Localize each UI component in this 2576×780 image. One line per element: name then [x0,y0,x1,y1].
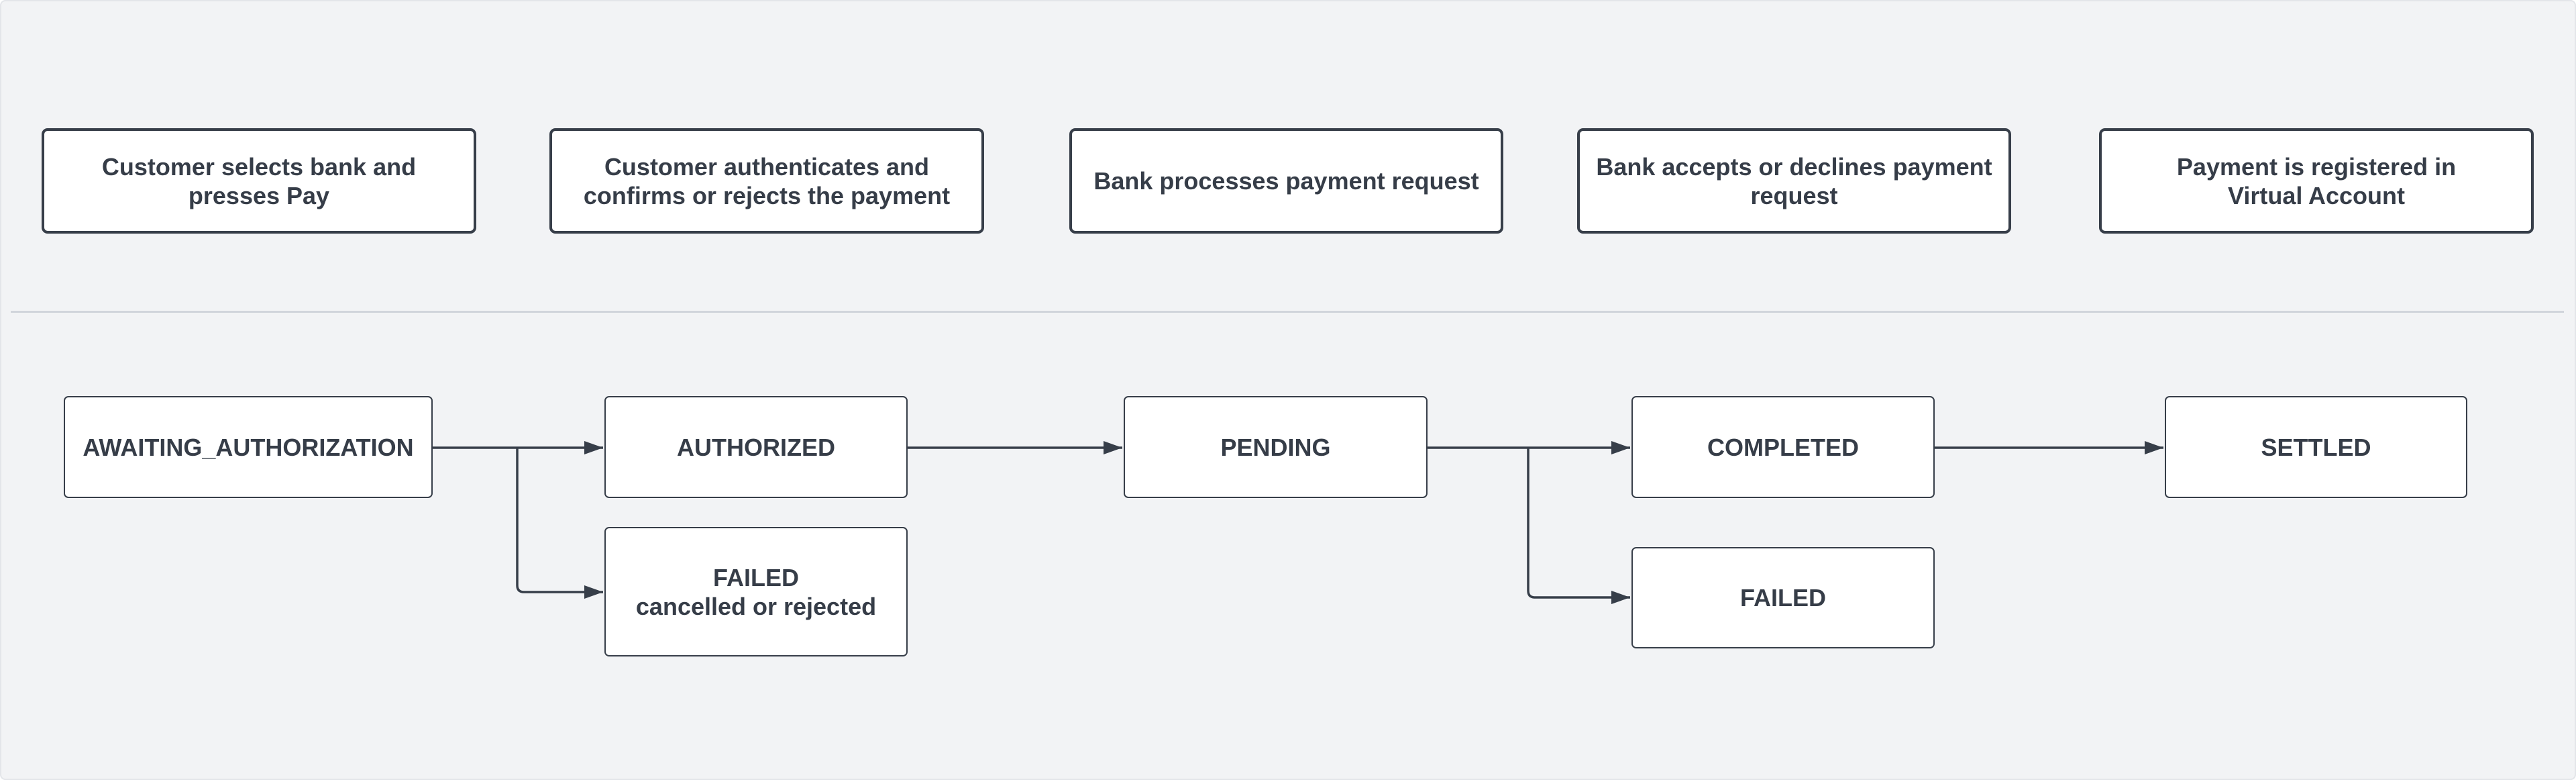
state-label: AWAITING_AUTHORIZATION [83,433,414,461]
state-label: FAILED [712,563,799,591]
state-authorized: AUTHORIZED [604,396,908,498]
step-bank-processes: Bank processes payment request [1069,128,1503,234]
state-label: FAILED [1739,584,1826,612]
step-label: Customer selects bank and presses Pay [101,152,417,209]
state-settled: SETTLED [2165,396,2467,498]
state-label: COMPLETED [1707,433,1859,461]
step-select-bank: Customer selects bank and presses Pay [42,128,476,234]
state-completed: COMPLETED [1631,396,1935,498]
step-label: Customer authenticates and confirms or r… [583,152,951,209]
state-sublabel: cancelled or rejected [635,592,877,620]
step-authenticate: Customer authenticates and confirms or r… [549,128,984,234]
divider [11,311,2564,313]
step-label: Bank processes payment request [1093,167,1479,195]
step-registered: Payment is registered in Virtual Account [2099,128,2534,234]
state-label: AUTHORIZED [677,433,835,461]
step-label: Payment is registered in Virtual Account [2176,152,2457,209]
state-label: SETTLED [2261,433,2371,461]
state-failed: FAILED [1631,547,1935,648]
state-awaiting-authorization: AWAITING_AUTHORIZATION [64,396,433,498]
diagram-canvas [0,0,2576,780]
state-failed-cancelled: FAILED cancelled or rejected [604,527,908,656]
step-bank-accepts: Bank accepts or declines payment request [1577,128,2011,234]
state-pending: PENDING [1124,396,1428,498]
step-label: Bank accepts or declines payment request [1596,152,1992,209]
state-label: PENDING [1220,433,1331,461]
